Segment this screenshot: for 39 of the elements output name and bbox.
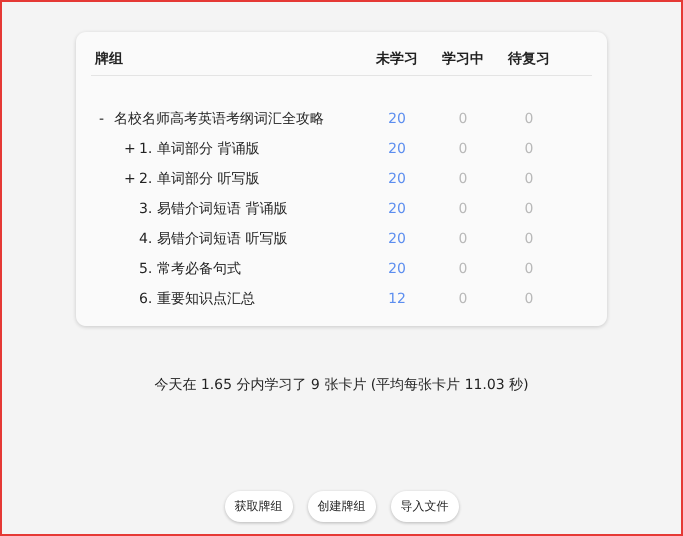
study-summary: 今天在 1.65 分内学习了 9 张卡片 (平均每张卡片 11.03 秒) <box>154 376 529 394</box>
new-count: 20 <box>388 231 406 247</box>
review-count: 0 <box>524 171 534 187</box>
deck-name[interactable]: 1. 单词部分 背诵版 <box>139 140 260 158</box>
deck-name[interactable]: 2. 单词部分 听写版 <box>139 170 260 188</box>
learning-count: 0 <box>458 141 468 157</box>
action-button[interactable]: 导入文件 <box>390 491 458 522</box>
review-count: 0 <box>524 201 534 217</box>
new-count: 20 <box>388 261 406 277</box>
new-count: 12 <box>388 291 406 307</box>
deck-name[interactable]: 名校名师高考英语考纲词汇全攻略 <box>114 110 324 128</box>
column-header: 未学习 <box>376 50 418 66</box>
new-count: 20 <box>388 201 406 217</box>
column-header: 学习中 <box>442 50 484 66</box>
new-count: 20 <box>388 141 406 157</box>
expand-toggle[interactable]: + <box>124 141 136 157</box>
deck-name[interactable]: 4. 易错介词短语 听写版 <box>139 230 288 248</box>
learning-count: 0 <box>458 261 468 277</box>
deck-name[interactable]: 3. 易错介词短语 背诵版 <box>139 200 288 218</box>
expand-toggle[interactable]: + <box>124 171 136 187</box>
deck-name[interactable]: 6. 重要知识点汇总 <box>139 290 255 308</box>
expand-toggle[interactable]: - <box>99 111 104 127</box>
new-count: 20 <box>388 111 406 127</box>
learning-count: 0 <box>458 291 468 307</box>
learning-count: 0 <box>458 231 468 247</box>
column-header: 牌组 <box>95 50 123 68</box>
learning-count: 0 <box>458 171 468 187</box>
action-button[interactable]: 创建牌组 <box>308 491 376 522</box>
learning-count: 0 <box>458 201 468 217</box>
review-count: 0 <box>524 261 534 277</box>
deck-name[interactable]: 5. 常考必备句式 <box>139 260 241 278</box>
review-count: 0 <box>524 111 534 127</box>
action-button[interactable]: 获取牌组 <box>224 491 292 522</box>
new-count: 20 <box>388 171 406 187</box>
review-count: 0 <box>524 141 534 157</box>
review-count: 0 <box>524 291 534 307</box>
review-count: 0 <box>524 231 534 247</box>
learning-count: 0 <box>458 111 468 127</box>
column-header: 待复习 <box>508 50 550 66</box>
